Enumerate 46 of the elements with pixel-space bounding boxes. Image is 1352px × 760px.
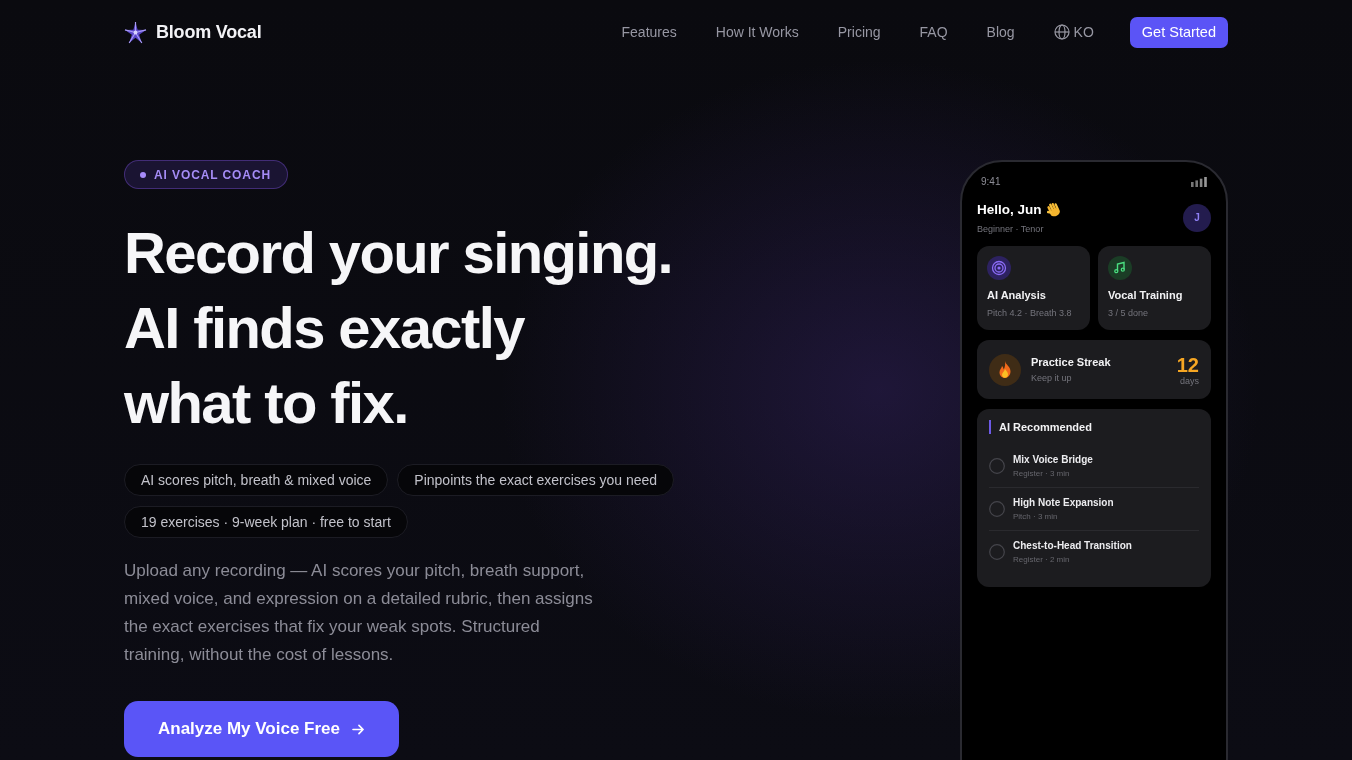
exercise-title: High Note Expansion — [1013, 497, 1114, 508]
music-note-icon — [1108, 256, 1132, 280]
nav-link[interactable]: Blog — [986, 24, 1015, 40]
checkbox[interactable] — [989, 544, 1005, 560]
streak-title: Practice Streak — [1031, 356, 1112, 368]
exercise-detail: Pitch · 3 min — [1013, 512, 1059, 521]
card-detail: Pitch 4.2 · Breath 3.8 — [987, 308, 1072, 318]
hero-description: Upload any recording — AI scores your pitch, breath support, mixed voice, and expression on a detailed rubric, then assigns the exact exercises that fix your weak spots. Structured training, without the cost of lessons. — [124, 560, 594, 666]
target-icon — [987, 256, 1011, 280]
profile-subtitle: Beginner · Tenor — [977, 224, 1045, 234]
exercise-title: Mix Voice Bridge — [1013, 454, 1093, 465]
checkbox[interactable] — [989, 501, 1005, 517]
nav-link[interactable]: Pricing — [837, 24, 881, 40]
arrow-right-icon — [352, 723, 365, 735]
checkbox[interactable] — [989, 458, 1005, 474]
badge-label: AI VOCAL COACH — [154, 167, 272, 182]
section-title: AI Recommended — [989, 420, 1092, 434]
language-link[interactable]: KO — [1053, 24, 1094, 40]
streak-count: 12 — [1176, 353, 1199, 376]
hero-headline: Record your singing. AI finds exactly what to fix. — [124, 219, 673, 437]
star-logo-icon — [124, 20, 147, 44]
brand-name: Bloom Vocal — [156, 21, 262, 43]
card-detail: 3 / 5 done — [1108, 308, 1149, 318]
signal-bars-icon — [1191, 176, 1207, 187]
nav-link[interactable]: How It Works — [715, 24, 799, 40]
status-time: 9:41 — [981, 176, 1001, 187]
flame-icon — [989, 353, 1021, 386]
exercise-title: Chest-to-Head Transition — [1013, 540, 1132, 551]
card-title: AI Analysis — [987, 289, 1046, 301]
globe-icon — [1053, 24, 1070, 40]
streak-detail: Keep it up — [1031, 373, 1073, 383]
feature-pill: Pinpoints the exact exercises you need — [397, 464, 675, 496]
streak-unit: days — [1180, 375, 1199, 386]
feature-pill: AI scores pitch, breath & mixed voice — [124, 464, 389, 496]
nav-link[interactable]: Features — [621, 24, 677, 40]
waving-hand-icon — [1045, 201, 1062, 217]
analyze-voice-button[interactable]: Analyze My Voice Free — [124, 701, 399, 757]
exercise-detail: Register · 3 min — [1013, 469, 1071, 478]
get-started-button[interactable]: Get Started — [1129, 16, 1228, 48]
nav-link[interactable]: FAQ — [919, 24, 948, 40]
greeting: Hello, Jun — [977, 201, 1042, 217]
card-title: Vocal Training — [1108, 289, 1183, 301]
dot-icon — [140, 171, 146, 178]
avatar: J — [1183, 203, 1211, 232]
feature-pill: 19 exercises · 9-week plan · free to start — [124, 506, 408, 538]
exercise-detail: Register · 2 min — [1013, 555, 1071, 564]
